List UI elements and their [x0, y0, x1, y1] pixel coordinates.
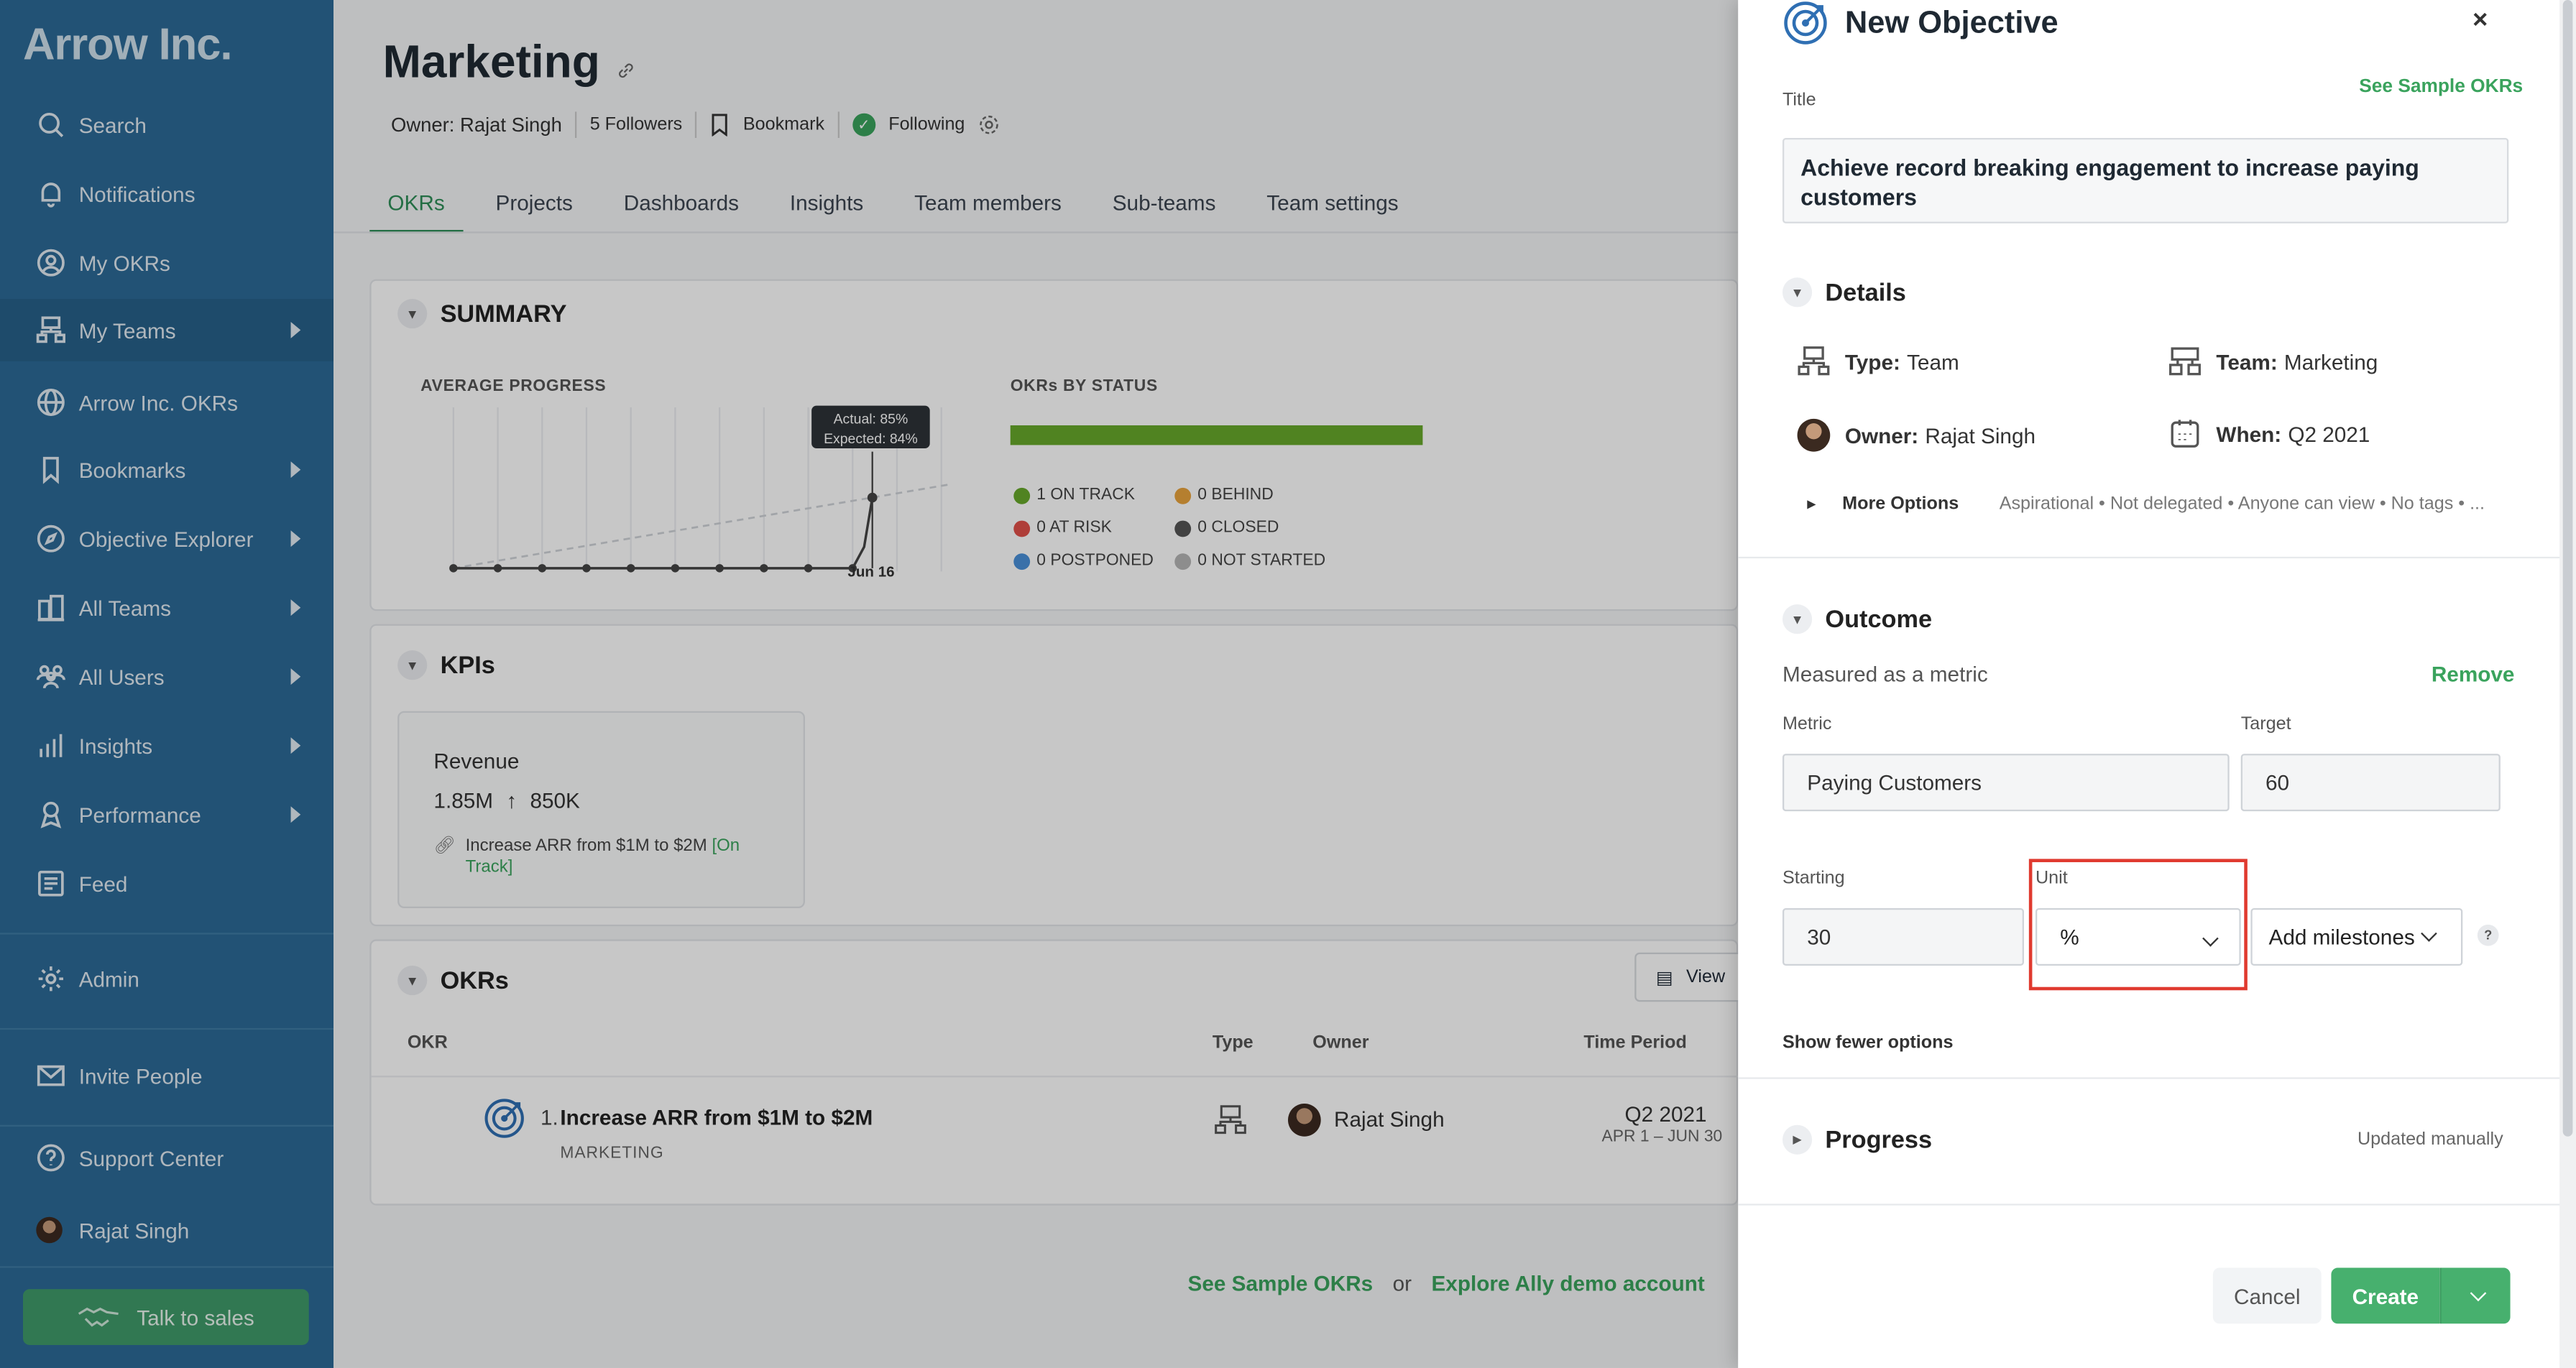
drawer-scrollbar[interactable]: [2559, 0, 2576, 1368]
collapse-icon[interactable]: ▼: [1782, 604, 1813, 634]
progress-status: Updated manually: [2357, 1129, 2503, 1150]
remove-link[interactable]: Remove: [2432, 662, 2515, 686]
title-label: Title: [1782, 90, 1816, 111]
starting-input[interactable]: 30: [1782, 907, 2024, 966]
owner-label: Owner:: [1844, 422, 1919, 448]
objective-target-icon: [1784, 1, 1827, 45]
highlight-box: [2028, 859, 2248, 991]
new-objective-drawer: New Objective × See Sample OKRs Title Ac…: [1738, 0, 2576, 1368]
team-value: Marketing: [2283, 348, 2378, 374]
team-field[interactable]: Team: Marketing: [2168, 345, 2378, 378]
when-label: When:: [2216, 421, 2282, 446]
type-label: Type:: [1844, 348, 1900, 374]
outcome-heading[interactable]: ▼ Outcome: [1782, 604, 1932, 634]
scrollbar-thumb[interactable]: [2562, 0, 2573, 1137]
close-icon[interactable]: ×: [2472, 6, 2488, 36]
collapse-icon[interactable]: ▼: [1782, 277, 1813, 308]
target-input[interactable]: 60: [2240, 754, 2501, 812]
section-divider: [1738, 1077, 2576, 1079]
section-divider: [1738, 556, 2576, 559]
create-button[interactable]: Create: [2331, 1267, 2440, 1324]
owner-value: Rajat Singh: [1925, 422, 2036, 448]
when-value: Q2 2021: [2288, 421, 2370, 446]
progress-heading[interactable]: ▶ Progress: [1782, 1124, 1933, 1155]
drawer-title: New Objective: [1844, 6, 2058, 42]
target-label: Target: [2240, 714, 2291, 734]
team-type-icon: [1798, 346, 1830, 376]
show-fewer-options-link[interactable]: Show fewer options: [1782, 1033, 1953, 1053]
expand-arrow-icon[interactable]: ▶: [1782, 1124, 1813, 1155]
avatar: [1797, 418, 1831, 452]
calendar-icon: [2171, 420, 2199, 448]
type-field[interactable]: Type: Team: [1798, 345, 1959, 378]
team-label: Team:: [2216, 348, 2278, 374]
chevron-down-icon: [2470, 1285, 2487, 1302]
milestones-label: Add milestones: [2268, 924, 2415, 950]
details-title: Details: [1825, 278, 1906, 307]
metric-label: Metric: [1782, 714, 1832, 734]
chevron-down-icon: [2421, 925, 2437, 942]
measured-as-metric: Measured as a metric: [1782, 662, 1988, 687]
modal-backdrop[interactable]: [0, 0, 1739, 1368]
add-milestones-select[interactable]: Add milestones: [2250, 907, 2463, 966]
more-options-label: More Options: [1842, 494, 1959, 514]
type-value: Team: [1907, 348, 1959, 374]
team-icon: [2169, 347, 2201, 376]
owner-field[interactable]: Owner: Rajat Singh: [1797, 418, 2036, 452]
expand-arrow-icon: ▶: [1807, 499, 1816, 511]
outcome-title: Outcome: [1825, 605, 1933, 634]
see-sample-okrs-link[interactable]: See Sample OKRs: [2359, 77, 2523, 96]
when-field[interactable]: When: Q2 2021: [2168, 417, 2370, 450]
metric-input[interactable]: Paying Customers: [1782, 754, 2230, 812]
help-icon[interactable]: ?: [2477, 924, 2499, 946]
more-options-summary: Aspirational • Not delegated • Anyone ca…: [1999, 494, 2485, 514]
progress-title: Progress: [1825, 1125, 1933, 1154]
details-heading[interactable]: ▼ Details: [1782, 277, 1906, 308]
cancel-button[interactable]: Cancel: [2212, 1267, 2322, 1324]
create-options-dropdown[interactable]: [2439, 1267, 2511, 1324]
more-options-toggle[interactable]: ▶ More Options: [1807, 494, 1959, 514]
section-divider: [1738, 1203, 2576, 1206]
objective-title-input[interactable]: Achieve record breaking engagement to in…: [1782, 137, 2509, 223]
starting-label: Starting: [1782, 869, 1845, 889]
